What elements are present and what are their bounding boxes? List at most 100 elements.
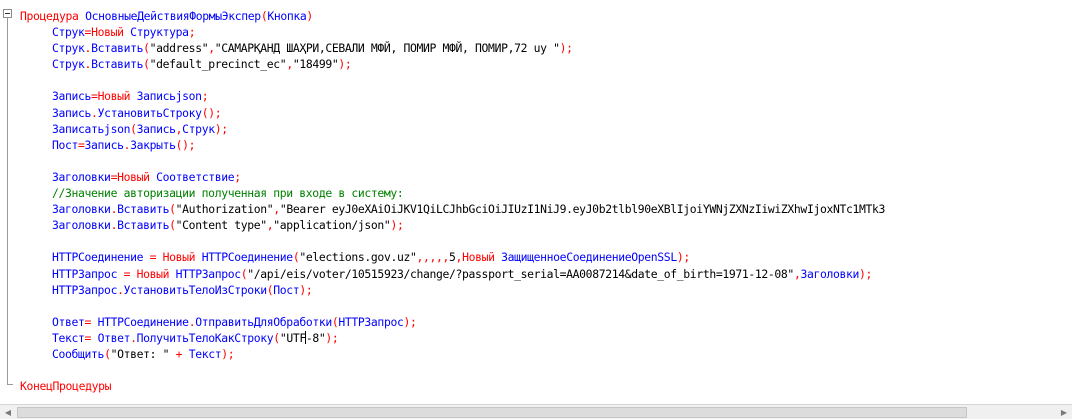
code-line[interactable] xyxy=(20,72,885,88)
code-token: "САМАРҚАНД ШАҲРИ,СЕВАЛИ МФЙ, ПОМИР МФЙ, … xyxy=(214,41,560,56)
code-token: Заголовки xyxy=(52,202,111,217)
code-token: HTTPЗапрос xyxy=(338,314,404,329)
code-line[interactable]: Заголовки.Вставить("Content type","appli… xyxy=(20,217,885,233)
code-token: Сообщить xyxy=(52,346,105,361)
code-line[interactable]: Записатьjson(Запись,Струк); xyxy=(20,121,885,137)
code-token: Запись xyxy=(84,137,124,152)
code-token: "elections.gov.uz" xyxy=(299,250,417,265)
code-token: HTTPЗапрос xyxy=(52,266,124,281)
code-token: "Ответ: " xyxy=(110,346,170,361)
code-token: Струк xyxy=(52,57,85,72)
code-token: "Content type" xyxy=(175,218,267,233)
code-text-area[interactable]: Процедура ОсновныеДействияФормыЭкспер(Кн… xyxy=(20,8,885,394)
code-token: "UTF xyxy=(279,330,306,345)
code-editor[interactable]: Процедура ОсновныеДействияФормыЭкспер(Кн… xyxy=(0,0,1072,404)
code-token: Ответ xyxy=(52,314,85,329)
code-line[interactable]: Заголовки=Новый Соответствие; xyxy=(20,169,885,185)
code-token: УстановитьТелоИзСтроки xyxy=(123,282,268,297)
code-token: ОтправитьДляОбработки xyxy=(195,314,332,329)
code-token: ); xyxy=(859,266,873,281)
code-token: ) xyxy=(306,9,313,23)
code-token: "/api/eis/voter/10515923/change/?passpor… xyxy=(247,266,794,281)
code-line[interactable] xyxy=(20,298,885,314)
code-line[interactable] xyxy=(20,153,885,169)
code-line[interactable]: Струк=Новый Структура; xyxy=(20,24,885,40)
code-line[interactable]: Текст= Ответ.ПолучитьТелоКакСтроку("UTF-… xyxy=(20,330,885,346)
code-token: ,,,,, xyxy=(416,250,450,265)
code-line[interactable]: Струк.Вставить("address","САМАРҚАНД ШАҲР… xyxy=(20,40,885,56)
code-token: Заголовки xyxy=(52,218,111,233)
code-line[interactable]: Ответ= HTTPСоединение.ОтправитьДляОбрабо… xyxy=(20,314,885,330)
code-line[interactable]: //Значение авторизации полученная при вх… xyxy=(20,185,885,201)
code-token: ); xyxy=(338,57,352,72)
code-line[interactable]: Запись.УстановитьСтроку(); xyxy=(20,105,885,121)
code-token: Запись xyxy=(52,89,92,104)
code-token: Заголовки xyxy=(800,266,860,281)
code-token: "application/json" xyxy=(273,218,391,233)
horizontal-scrollbar[interactable]: ◀ ▶ xyxy=(0,404,1072,419)
code-token: Новый xyxy=(91,25,124,40)
code-token: Ответ xyxy=(91,330,131,345)
code-token: "default_precinct_ec" xyxy=(149,57,287,72)
code-token: -8" xyxy=(305,330,326,345)
code-token: КонецПроцедуры xyxy=(20,379,112,394)
code-line[interactable] xyxy=(20,233,885,249)
code-token: Закрыть xyxy=(130,137,176,152)
code-token: "Authorization" xyxy=(175,202,274,217)
code-token: ); xyxy=(676,250,690,265)
code-token: ПолучитьТелоКакСтроку xyxy=(136,330,274,345)
code-token: Пост xyxy=(273,282,300,297)
code-token: ); xyxy=(299,282,313,297)
code-token: HTTPЗапрос xyxy=(169,266,241,281)
code-line[interactable]: КонецПроцедуры xyxy=(20,378,885,394)
code-line[interactable]: HTTPЗапрос = Новый HTTPЗапрос("/api/eis/… xyxy=(20,266,885,282)
code-token: Новый xyxy=(462,250,495,265)
code-token: Струк xyxy=(182,121,215,136)
code-token: ; xyxy=(201,89,209,104)
code-token: ; xyxy=(234,169,241,184)
code-line[interactable] xyxy=(20,362,885,378)
code-line[interactable]: Сообщить("Ответ: " + Текст); xyxy=(20,346,885,362)
code-token: Вставить xyxy=(91,57,144,72)
code-token: Пост xyxy=(52,137,79,152)
fold-end-marker xyxy=(7,384,13,385)
code-token: Заголовки xyxy=(52,169,111,184)
code-line[interactable]: HTTPЗапрос.УстановитьТелоИзСтроки(Пост); xyxy=(20,282,885,298)
arrow-right-icon[interactable]: ▶ xyxy=(1056,406,1072,419)
code-token: ОсновныеДействияФормыЭкспер xyxy=(85,9,261,23)
code-token: УстановитьСтроку xyxy=(97,105,202,120)
code-token: ); xyxy=(221,346,235,361)
code-line[interactable]: Запись=Новый Записьjson; xyxy=(20,88,885,104)
code-token: "18499" xyxy=(292,57,339,72)
arrow-left-icon[interactable]: ◀ xyxy=(0,406,16,419)
collapse-icon[interactable] xyxy=(3,9,12,18)
code-token: "address" xyxy=(149,41,209,56)
code-token: Новый xyxy=(136,266,170,281)
code-token: Текст xyxy=(188,346,222,361)
code-token: Струк xyxy=(52,25,85,40)
code-token: Текст xyxy=(52,330,85,345)
code-token: Запись xyxy=(52,105,92,120)
code-token: ); xyxy=(390,218,404,233)
code-token: + xyxy=(169,346,189,361)
code-token: Процедура xyxy=(20,9,79,23)
code-token: (); xyxy=(175,137,196,152)
code-token: HTTPЗапрос xyxy=(52,282,118,297)
code-token: HTTPСоединение xyxy=(52,250,150,265)
fold-line xyxy=(7,18,8,385)
code-token: Записатьjson xyxy=(52,121,131,136)
code-token: Запись xyxy=(136,121,176,136)
code-line[interactable]: Заголовки.Вставить("Authorization","Bear… xyxy=(20,201,885,217)
code-token: Структура xyxy=(123,25,189,40)
code-line[interactable]: HTTPСоединение = Новый HTTPСоединение("e… xyxy=(20,249,885,265)
scrollbar-thumb[interactable] xyxy=(17,407,967,418)
code-token: Новый xyxy=(97,89,131,104)
code-token: ; xyxy=(188,25,196,40)
code-token: Соответствие xyxy=(149,169,235,184)
code-token: Новый xyxy=(117,169,150,184)
code-line[interactable]: Процедура ОсновныеДействияФормыЭкспер(Кн… xyxy=(20,8,885,24)
code-line[interactable]: Пост=Запись.Закрыть(); xyxy=(20,137,885,153)
code-token: ); xyxy=(559,41,573,56)
code-token: Записьjson xyxy=(130,89,202,104)
code-line[interactable]: Струк.Вставить("default_precinct_ec","18… xyxy=(20,56,885,72)
